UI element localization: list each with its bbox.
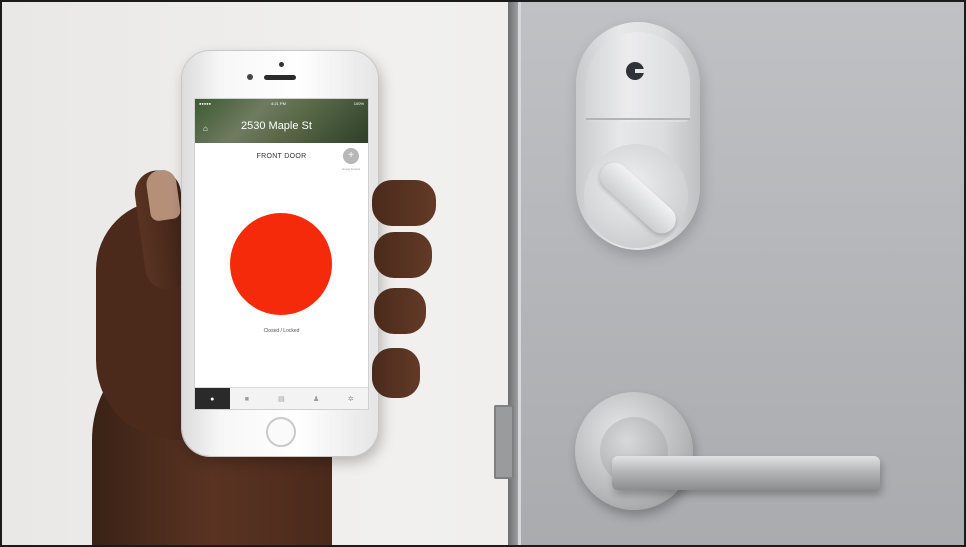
- strike-plate: [494, 405, 514, 479]
- user-icon: ♟: [312, 396, 320, 403]
- tab-users[interactable]: ♟: [299, 388, 334, 409]
- scene: ●●●●● 4:21 PM 100% ⌂ 2530 Maple St FRONT…: [0, 0, 966, 547]
- tab-video[interactable]: ■: [230, 388, 265, 409]
- guest-access-label: Guest Access: [341, 167, 361, 171]
- little-finger: [372, 348, 420, 398]
- app-header: ●●●●● 4:21 PM 100% ⌂ 2530 Maple St: [195, 99, 368, 143]
- ring-finger: [374, 288, 426, 334]
- status-bar: ●●●●● 4:21 PM 100%: [199, 101, 364, 109]
- home-icon[interactable]: ⌂: [203, 124, 208, 133]
- phone-screen: ●●●●● 4:21 PM 100% ⌂ 2530 Maple St FRONT…: [195, 99, 368, 409]
- tab-lock[interactable]: ●: [195, 388, 230, 409]
- tab-bar: ● ■ ▤ ♟ ✲: [195, 387, 368, 409]
- tab-settings[interactable]: ✲: [333, 388, 368, 409]
- video-icon: ■: [244, 395, 249, 403]
- lock-icon: ●: [210, 395, 215, 403]
- guest-access-button[interactable]: +: [343, 148, 359, 164]
- door-seam: [518, 2, 521, 545]
- door-handle-lever: [612, 456, 880, 490]
- thumbnail: [144, 168, 182, 222]
- settings-icon: ✲: [347, 396, 354, 403]
- tab-log[interactable]: ▤: [264, 388, 299, 409]
- proximity-sensor: [247, 74, 253, 80]
- log-icon: ▤: [278, 396, 285, 403]
- lock-toggle-button[interactable]: [230, 213, 332, 315]
- status-time: 4:21 PM: [271, 101, 286, 106]
- middle-finger: [374, 232, 432, 278]
- status-carrier: ●●●●●: [199, 101, 212, 106]
- smart-lock-seam: [586, 118, 690, 120]
- earpiece-speaker: [264, 75, 296, 80]
- home-button[interactable]: [266, 417, 296, 447]
- status-battery: 100%: [353, 101, 364, 106]
- smart-lock-logo-icon: [626, 62, 644, 80]
- lock-status-text: Closed / Locked: [263, 328, 300, 334]
- front-camera-icon: [279, 62, 284, 67]
- index-finger: [372, 180, 436, 226]
- address-title: 2530 Maple St: [241, 120, 312, 132]
